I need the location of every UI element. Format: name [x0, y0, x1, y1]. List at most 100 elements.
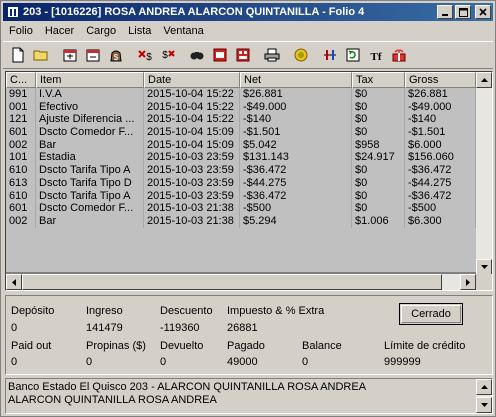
table-row[interactable]: 002 Bar 2015-10-03 21:38 $5.294 $1.006 $6.300 [6, 214, 476, 228]
col-header-net[interactable]: Net [240, 72, 352, 88]
cell-net: $5.294 [240, 214, 352, 228]
grid-body: C... Item Date Net Tax Gross 991 I.V.A 201… [6, 72, 476, 272]
grid-vertical-scrollbar[interactable] [476, 72, 492, 275]
post-charge-icon[interactable] [59, 44, 81, 66]
folio-summary: Depósito 0 Ingreso 141479 Descuento -119… [5, 295, 493, 375]
ingreso-label: Ingreso [86, 305, 123, 317]
search-icon[interactable] [186, 44, 208, 66]
limite-credito-label: Límite de crédito [384, 340, 466, 352]
cell-net: -$36.472 [240, 189, 352, 203]
cell-net: -$36.472 [240, 164, 352, 177]
menu-lista[interactable]: Lista [122, 25, 157, 37]
cell-code: 002 [6, 138, 36, 152]
table-row[interactable]: 002 Bar 2015-10-04 15:09 $5.042 $958 $6.000 [6, 138, 476, 152]
col-header-tax[interactable]: Tax [352, 72, 405, 88]
cell-net: -$140 [240, 113, 352, 127]
devuelto-value: 0 [160, 356, 167, 368]
table-row[interactable]: 991 I.V.A 2015-10-04 15:22 $26.881 $0 $26.881 [6, 88, 476, 101]
print-preview-icon[interactable] [209, 44, 231, 66]
col-header-item[interactable]: Item [36, 72, 144, 88]
cell-code: 101 [6, 151, 36, 165]
scroll-down-icon[interactable] [476, 259, 492, 275]
impuesto-value: 26881 [227, 322, 258, 334]
col-header-gross[interactable]: Gross [405, 72, 476, 88]
cell-tax: $0 [352, 189, 405, 203]
printer-icon[interactable] [261, 44, 283, 66]
menu-hacer[interactable]: Hacer [39, 25, 80, 37]
maximize-button[interactable] [455, 5, 471, 19]
horizontal-scroll-thumb[interactable] [22, 274, 442, 290]
cell-tax: $0 [352, 176, 405, 190]
descuento-label: Descuento [160, 305, 213, 317]
cell-net: $131.143 [240, 151, 352, 165]
table-row[interactable]: 121 Ajuste Diferencia ... 2015-10-04 15:22… [6, 113, 476, 127]
split-icon[interactable] [82, 44, 104, 66]
scroll-right-icon[interactable] [460, 274, 476, 290]
cell-net: -$49.000 [240, 100, 352, 114]
cell-gross: -$36.472 [405, 189, 476, 203]
cell-item: Dscto Tarifa Tipo A [36, 164, 144, 177]
print-all-icon[interactable] [232, 44, 254, 66]
transfer-icon[interactable]: $ [157, 44, 179, 66]
open-icon[interactable] [30, 44, 52, 66]
guest-info-line-1: Banco Estado El Quisco 203 - ALARCON QUI… [8, 381, 367, 393]
table-row[interactable]: 613 Dscto Tarifa Tipo D 2015-10-03 23:59 -$… [6, 176, 476, 190]
cross-charge-icon[interactable]: $ [134, 44, 156, 66]
menu-folio[interactable]: Folio [3, 25, 39, 37]
table-row[interactable]: 101 Estadia 2015-10-03 23:59 $131.143 $24.91… [6, 151, 476, 165]
cell-net: $26.881 [240, 88, 352, 101]
cell-item: Ajuste Diferencia ... [36, 113, 144, 127]
devuelto-label: Devuelto [160, 340, 204, 352]
table-row[interactable]: 601 Dscto Comedor F... 2015-10-03 21:38 -$5… [6, 202, 476, 215]
propinas-value: 0 [86, 356, 93, 368]
tf-icon[interactable]: Tf [365, 44, 387, 66]
minimize-button[interactable] [437, 5, 453, 19]
col-header-code[interactable]: C... [6, 72, 36, 88]
money-icon[interactable]: $ [105, 44, 127, 66]
table-row[interactable]: 001 Efectivo 2015-10-04 15:22 -$49.000 $0 -$4… [6, 100, 476, 114]
cerrado-button[interactable]: Cerrado [399, 303, 463, 325]
cell-gross: $156.060 [405, 151, 476, 165]
cell-net: -$44.275 [240, 176, 352, 190]
grid-horizontal-scrollbar[interactable] [6, 274, 476, 290]
cell-item: Bar [36, 214, 144, 228]
cell-gross: -$1.501 [405, 126, 476, 139]
cell-net: -$1.501 [240, 126, 352, 139]
info-scroll-down-icon[interactable] [476, 397, 492, 413]
cell-tax: $0 [352, 113, 405, 127]
scroll-left-icon[interactable] [6, 274, 22, 290]
cell-tax: $0 [352, 88, 405, 101]
cell-code: 002 [6, 214, 36, 228]
col-header-date[interactable]: Date [144, 72, 240, 88]
gift-icon[interactable] [388, 44, 410, 66]
grid-header: C... Item Date Net Tax Gross [6, 72, 476, 88]
deposito-label: Depósito [11, 305, 55, 317]
cell-date: 2015-10-03 23:59 [144, 189, 240, 203]
table-row[interactable]: 610 Dscto Tarifa Tipo A 2015-10-03 23:59 -$… [6, 164, 476, 177]
ingreso-value: 141479 [86, 322, 123, 334]
deposito-value: 0 [11, 322, 18, 334]
cell-tax: $1.006 [352, 214, 405, 228]
info-scrollbar[interactable] [476, 379, 492, 413]
cell-date: 2015-10-03 23:59 [144, 151, 240, 165]
info-scroll-up-icon[interactable] [476, 379, 492, 395]
close-button[interactable] [475, 5, 491, 19]
refresh-icon[interactable] [342, 44, 364, 66]
menu-ventana[interactable]: Ventana [157, 25, 209, 37]
folio-window: 203 - [1016226] ROSA ANDREA ALARCON QUIN… [0, 0, 496, 417]
adjust-icon[interactable] [319, 44, 341, 66]
cell-item: Dscto Comedor F... [36, 126, 144, 139]
table-row[interactable]: 610 Dscto Tarifa Tipo A 2015-10-03 23:59 -$… [6, 189, 476, 203]
menu-cargo[interactable]: Cargo [80, 25, 122, 37]
scroll-up-icon[interactable] [476, 72, 492, 88]
paid-out-value: 0 [11, 356, 18, 368]
cell-code: 991 [6, 88, 36, 101]
new-icon[interactable] [7, 44, 29, 66]
svg-text:Tf: Tf [371, 51, 382, 63]
table-row[interactable]: 601 Dscto Comedor F... 2015-10-04 15:09 -$1… [6, 126, 476, 139]
charges-grid[interactable]: C... Item Date Net Tax Gross 991 I.V.A 201… [5, 71, 493, 291]
coin-icon[interactable] [290, 44, 312, 66]
title-bar[interactable]: 203 - [1016226] ROSA ANDREA ALARCON QUIN… [3, 3, 493, 21]
cell-gross: -$500 [405, 202, 476, 215]
propinas-label: Propinas ($) [86, 340, 146, 352]
